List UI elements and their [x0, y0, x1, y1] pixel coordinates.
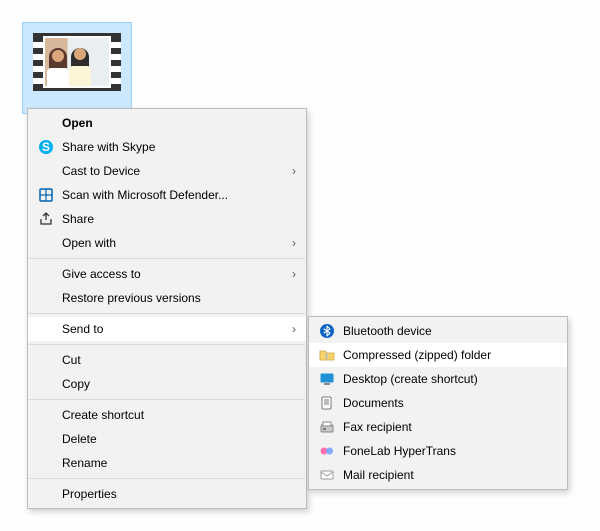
- hypertrans-icon: [317, 441, 337, 461]
- menu-label: Bluetooth device: [343, 324, 557, 338]
- skype-icon: S: [36, 137, 56, 157]
- bluetooth-icon: [317, 321, 337, 341]
- svg-text:S: S: [42, 140, 50, 154]
- sendto-hypertrans[interactable]: FoneLab HyperTrans: [309, 439, 567, 463]
- menu-label: Rename: [62, 456, 296, 470]
- separator: [29, 478, 305, 479]
- menu-send-to[interactable]: Send to ›: [28, 317, 306, 341]
- selected-file[interactable]: [22, 22, 132, 114]
- sendto-fax[interactable]: Fax recipient: [309, 415, 567, 439]
- menu-label: Copy: [62, 377, 296, 391]
- menu-label: Give access to: [62, 267, 282, 281]
- menu-share[interactable]: Share: [28, 207, 306, 231]
- sendto-mail[interactable]: Mail recipient: [309, 463, 567, 487]
- separator: [29, 313, 305, 314]
- menu-cut[interactable]: Cut: [28, 348, 306, 372]
- menu-label: Delete: [62, 432, 296, 446]
- context-menu: Open S Share with Skype Cast to Device ›…: [27, 108, 307, 509]
- desktop-icon: [317, 369, 337, 389]
- video-thumbnail: [33, 33, 121, 91]
- separator: [29, 344, 305, 345]
- menu-restore[interactable]: Restore previous versions: [28, 286, 306, 310]
- sendto-submenu: Bluetooth device Compressed (zipped) fol…: [308, 316, 568, 490]
- menu-label: Restore previous versions: [62, 291, 296, 305]
- mail-icon: [317, 465, 337, 485]
- fax-icon: [317, 417, 337, 437]
- menu-label: Open with: [62, 236, 282, 250]
- menu-give-access[interactable]: Give access to ›: [28, 262, 306, 286]
- menu-defender[interactable]: Scan with Microsoft Defender...: [28, 183, 306, 207]
- menu-label: Open: [62, 116, 296, 130]
- menu-label: Share: [62, 212, 296, 226]
- menu-delete[interactable]: Delete: [28, 427, 306, 451]
- menu-label: Send to: [62, 322, 282, 336]
- menu-label: Share with Skype: [62, 140, 296, 154]
- separator: [29, 399, 305, 400]
- defender-icon: [36, 185, 56, 205]
- menu-label: Compressed (zipped) folder: [343, 348, 557, 362]
- menu-create-shortcut[interactable]: Create shortcut: [28, 403, 306, 427]
- chevron-right-icon: ›: [282, 322, 296, 336]
- sendto-desktop[interactable]: Desktop (create shortcut): [309, 367, 567, 391]
- menu-rename[interactable]: Rename: [28, 451, 306, 475]
- menu-label: Mail recipient: [343, 468, 557, 482]
- menu-label: Scan with Microsoft Defender...: [62, 188, 296, 202]
- menu-properties[interactable]: Properties: [28, 482, 306, 506]
- separator: [29, 258, 305, 259]
- menu-cast[interactable]: Cast to Device ›: [28, 159, 306, 183]
- menu-open-with[interactable]: Open with ›: [28, 231, 306, 255]
- documents-icon: [317, 393, 337, 413]
- menu-open[interactable]: Open: [28, 111, 306, 135]
- sendto-documents[interactable]: Documents: [309, 391, 567, 415]
- menu-label: Create shortcut: [62, 408, 296, 422]
- menu-label: Cut: [62, 353, 296, 367]
- chevron-right-icon: ›: [282, 164, 296, 178]
- share-icon: [36, 209, 56, 229]
- chevron-right-icon: ›: [282, 267, 296, 281]
- menu-copy[interactable]: Copy: [28, 372, 306, 396]
- menu-share-skype[interactable]: S Share with Skype: [28, 135, 306, 159]
- menu-label: Cast to Device: [62, 164, 282, 178]
- menu-label: Fax recipient: [343, 420, 557, 434]
- chevron-right-icon: ›: [282, 236, 296, 250]
- menu-label: Properties: [62, 487, 296, 501]
- zip-icon: [317, 345, 337, 365]
- sendto-bluetooth[interactable]: Bluetooth device: [309, 319, 567, 343]
- menu-label: FoneLab HyperTrans: [343, 444, 557, 458]
- menu-label: Desktop (create shortcut): [343, 372, 557, 386]
- sendto-zip[interactable]: Compressed (zipped) folder: [309, 343, 567, 367]
- menu-label: Documents: [343, 396, 557, 410]
